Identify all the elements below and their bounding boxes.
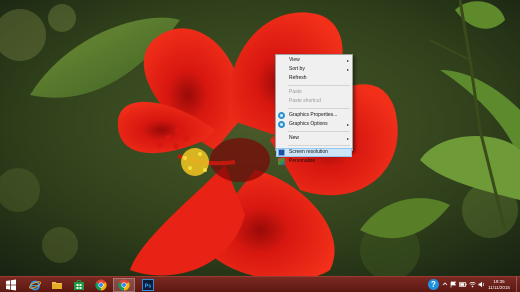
desktop-wallpaper (0, 0, 520, 276)
personalize-icon (278, 158, 285, 165)
menu-item-view[interactable]: View ▸ (276, 56, 352, 65)
store-icon (74, 279, 84, 290)
menu-item-label: Personalize (289, 158, 316, 164)
intel-graphics-icon (278, 112, 285, 119)
menu-item-graphics-options[interactable]: Graphics Options ▸ (276, 120, 352, 129)
show-desktop-button[interactable] (516, 277, 520, 292)
taskbar: Ps ? 19:35 11/11/2015 (0, 276, 520, 292)
internet-explorer-button[interactable] (24, 278, 46, 292)
file-explorer-button[interactable] (46, 278, 68, 292)
submenu-arrow-icon: ▸ (346, 136, 349, 141)
desktop-context-menu: View ▸ Sort by ▸ Refresh Paste Paste sho… (275, 54, 353, 165)
menu-item-graphics-properties[interactable]: Graphics Properties... (276, 111, 352, 120)
clock[interactable]: 19:35 11/11/2015 (485, 279, 513, 291)
menu-item-label: View (289, 57, 300, 63)
photoshop-icon: Ps (142, 279, 154, 291)
menu-item-personalize[interactable]: Personalize (276, 157, 352, 166)
menu-separator (288, 108, 350, 109)
clock-date: 11/11/2015 (488, 285, 510, 290)
submenu-arrow-icon: ▸ (346, 58, 349, 63)
screen-resolution-icon (278, 149, 285, 156)
menu-item-label: Refresh (289, 75, 307, 81)
menu-item-label: Paste shortcut (289, 98, 321, 104)
menu-item-label: Paste (289, 89, 302, 95)
chrome-icon (95, 279, 107, 291)
photoshop-label: Ps (145, 283, 152, 289)
wifi-icon[interactable] (469, 281, 476, 288)
menu-separator (288, 85, 350, 86)
system-tray: ? 19:35 11/11/2015 (428, 277, 520, 292)
battery-icon[interactable] (459, 281, 467, 288)
menu-item-paste: Paste (276, 88, 352, 97)
show-hidden-icons-icon[interactable] (442, 281, 448, 287)
help-button[interactable]: ? (428, 279, 439, 290)
menu-separator (288, 145, 350, 146)
chrome-button[interactable] (90, 278, 112, 292)
file-explorer-icon (52, 282, 62, 289)
photoshop-button[interactable]: Ps (137, 278, 159, 292)
menu-item-label: Graphics Properties... (289, 112, 338, 118)
chrome-icon (118, 279, 130, 291)
submenu-arrow-icon: ▸ (346, 67, 349, 72)
submenu-arrow-icon: ▸ (346, 122, 349, 127)
chrome-active-button[interactable] (113, 278, 135, 292)
menu-item-label: Sort by (289, 66, 305, 72)
menu-separator (288, 131, 350, 132)
menu-item-refresh[interactable]: Refresh (276, 74, 352, 83)
internet-explorer-icon (29, 280, 41, 291)
menu-item-label: Graphics Options (289, 121, 328, 127)
start-button[interactable] (0, 278, 22, 292)
store-button[interactable] (68, 278, 90, 292)
windows-logo-icon (6, 279, 16, 291)
volume-icon[interactable] (478, 281, 485, 288)
menu-item-paste-shortcut: Paste shortcut (276, 97, 352, 106)
menu-item-screen-resolution[interactable]: Screen resolution (276, 148, 352, 157)
menu-item-sort-by[interactable]: Sort by ▸ (276, 65, 352, 74)
menu-item-new[interactable]: New ▸ (276, 134, 352, 143)
action-center-flag-icon[interactable] (450, 281, 457, 288)
menu-item-label: Screen resolution (289, 149, 328, 155)
menu-item-label: New (289, 135, 300, 141)
intel-graphics-icon (278, 121, 285, 128)
